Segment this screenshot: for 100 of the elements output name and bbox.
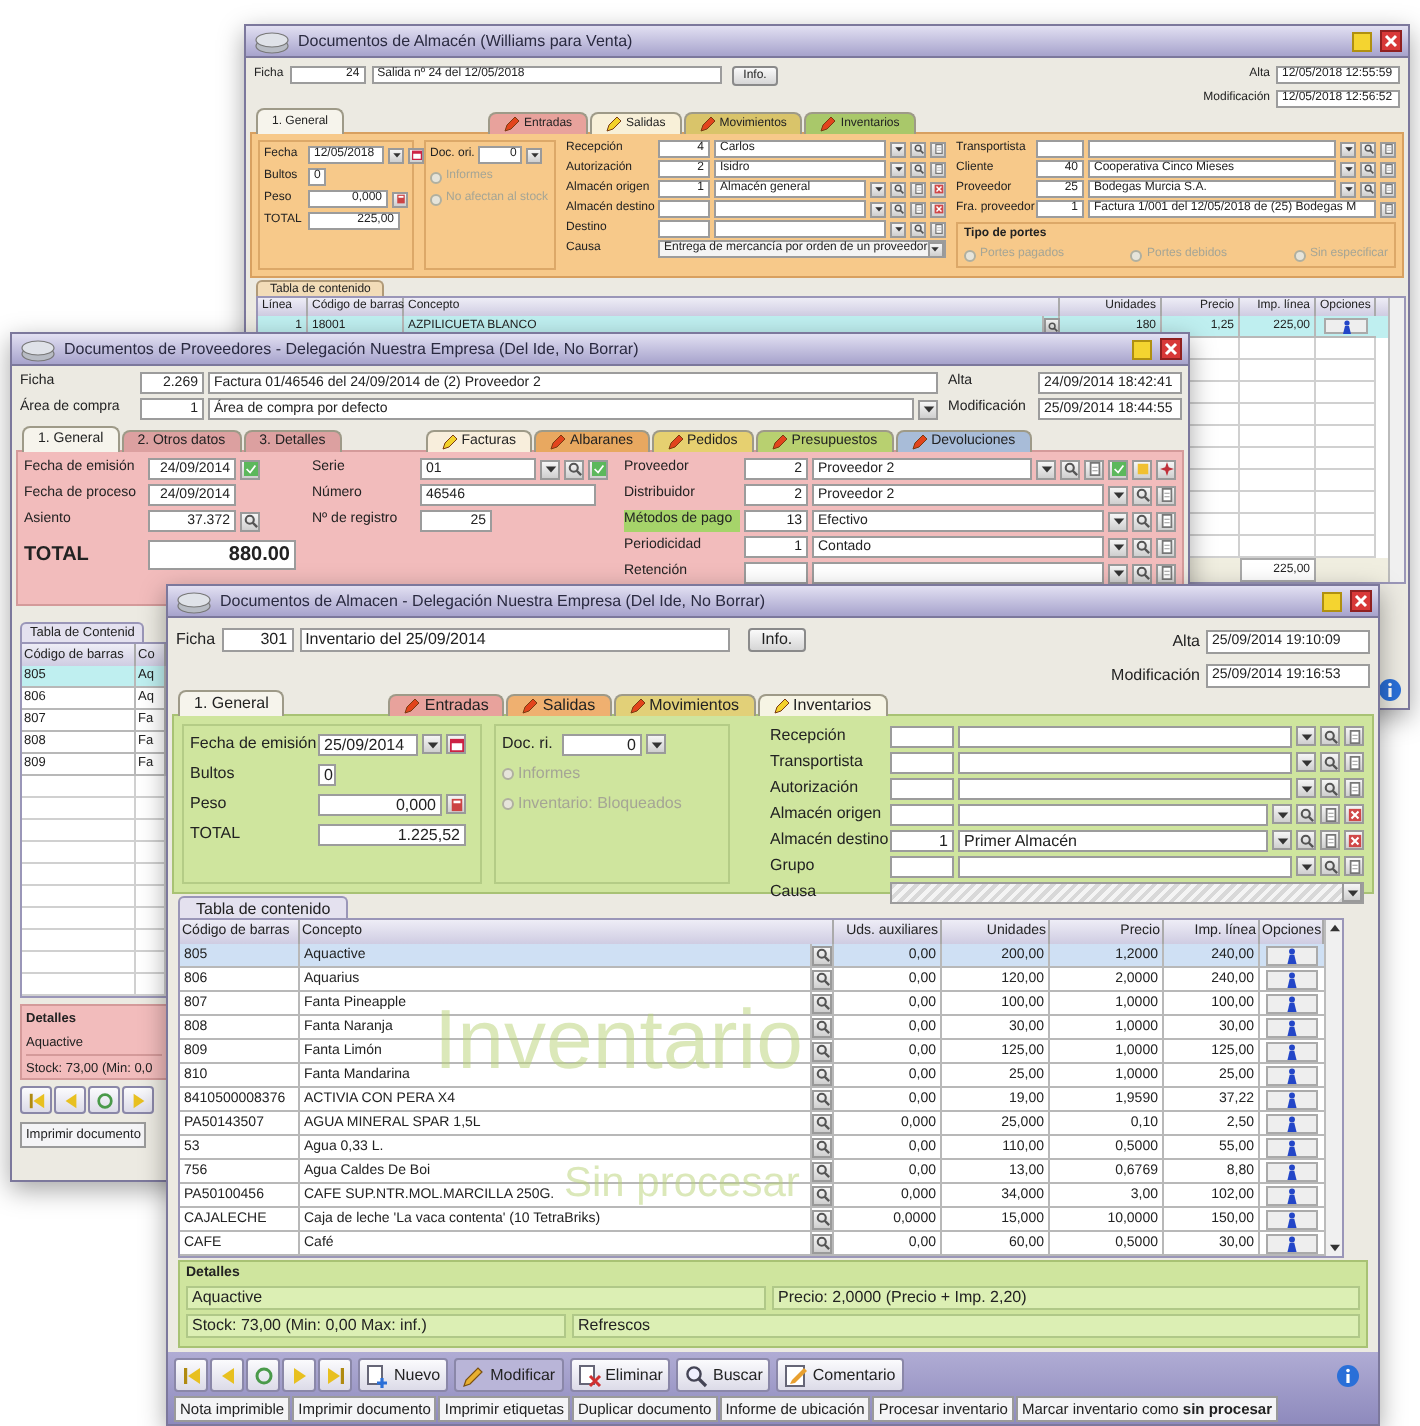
options-button[interactable] bbox=[1266, 1017, 1318, 1037]
search-button[interactable] bbox=[812, 1209, 832, 1229]
text-field[interactable] bbox=[958, 777, 1292, 799]
date-field[interactable]: 25/09/2014 bbox=[318, 733, 418, 755]
previous-record-button[interactable] bbox=[54, 1086, 86, 1114]
edit-button[interactable] bbox=[1156, 537, 1176, 557]
dropdown-button[interactable] bbox=[1296, 778, 1316, 798]
search-button[interactable] bbox=[812, 1113, 832, 1133]
dropdown-button[interactable] bbox=[1340, 161, 1356, 177]
first-record-button[interactable] bbox=[174, 1358, 208, 1392]
dropdown-button[interactable] bbox=[1108, 511, 1128, 531]
dropdown-button[interactable] bbox=[1108, 563, 1128, 583]
tab[interactable]: 1. General bbox=[178, 690, 285, 716]
search-button[interactable] bbox=[812, 1233, 832, 1253]
options-button[interactable] bbox=[1266, 1185, 1318, 1205]
edit-button[interactable] bbox=[1344, 778, 1364, 798]
delete-button[interactable] bbox=[930, 181, 946, 197]
delete-button[interactable] bbox=[930, 201, 946, 217]
text-field[interactable]: 301 bbox=[221, 628, 294, 652]
edit-button[interactable] bbox=[1380, 161, 1396, 177]
text-field[interactable] bbox=[958, 725, 1292, 747]
dropdown-button[interactable] bbox=[646, 734, 666, 754]
code-field[interactable] bbox=[890, 751, 954, 773]
delete-button[interactable] bbox=[1344, 804, 1364, 824]
options-button[interactable] bbox=[1266, 1065, 1318, 1085]
search-button[interactable] bbox=[812, 1041, 832, 1061]
accept-button[interactable] bbox=[240, 459, 260, 479]
toolbar-button[interactable]: Eliminar bbox=[569, 1358, 671, 1392]
dropdown-button[interactable] bbox=[1272, 830, 1292, 850]
text-field[interactable]: 0 bbox=[562, 733, 642, 755]
options-button[interactable] bbox=[1266, 1161, 1318, 1181]
previous-record-button[interactable] bbox=[210, 1358, 244, 1392]
tab[interactable]: Tabla de contenido bbox=[178, 896, 349, 918]
text-field[interactable]: 0,000 bbox=[318, 793, 442, 815]
dropdown-button[interactable] bbox=[1296, 752, 1316, 772]
dropdown-button[interactable] bbox=[1108, 537, 1128, 557]
options-button[interactable] bbox=[1266, 1209, 1318, 1229]
text-field[interactable] bbox=[714, 220, 886, 238]
code-field[interactable] bbox=[658, 200, 710, 218]
search-button[interactable] bbox=[1132, 511, 1152, 531]
dropdown-button[interactable] bbox=[890, 221, 906, 237]
search-button[interactable] bbox=[1132, 485, 1152, 505]
toolbar-button[interactable]: Comentario bbox=[776, 1358, 904, 1392]
code-field[interactable] bbox=[1036, 140, 1084, 158]
dropdown-button[interactable] bbox=[890, 161, 906, 177]
search-button[interactable] bbox=[1360, 161, 1376, 177]
text-field[interactable]: 0 bbox=[318, 763, 336, 785]
search-button[interactable] bbox=[890, 181, 906, 197]
dropdown-button[interactable] bbox=[890, 141, 906, 157]
search-button[interactable] bbox=[812, 969, 832, 989]
options-button[interactable] bbox=[1266, 1041, 1318, 1061]
text-field[interactable] bbox=[1088, 140, 1336, 158]
edit-button[interactable] bbox=[1156, 485, 1176, 505]
text-field[interactable]: Primer Almacén bbox=[958, 829, 1268, 851]
search-button[interactable] bbox=[812, 945, 832, 965]
search-button[interactable] bbox=[812, 1017, 832, 1037]
search-button[interactable] bbox=[1132, 537, 1152, 557]
edit-button[interactable] bbox=[1380, 201, 1396, 217]
options-button[interactable] bbox=[1266, 969, 1318, 989]
dropdown-button[interactable] bbox=[1296, 856, 1316, 876]
text-field[interactable]: Inventario del 25/09/2014 bbox=[299, 628, 730, 652]
code-field[interactable] bbox=[890, 803, 954, 825]
edit-button[interactable] bbox=[930, 161, 946, 177]
search-button[interactable] bbox=[1060, 459, 1080, 479]
search-button[interactable] bbox=[890, 201, 906, 217]
last-record-button[interactable] bbox=[318, 1358, 352, 1392]
tab[interactable]: Entradas bbox=[388, 694, 505, 716]
edit-button[interactable] bbox=[1380, 181, 1396, 197]
options-button[interactable] bbox=[1266, 945, 1318, 965]
toolbar-button[interactable]: Buscar bbox=[676, 1358, 771, 1392]
dropdown-button[interactable] bbox=[1272, 804, 1292, 824]
dropdown-button[interactable] bbox=[1342, 882, 1362, 902]
code-field[interactable] bbox=[744, 562, 808, 584]
text-field[interactable] bbox=[958, 855, 1292, 877]
code-field[interactable]: 1 bbox=[890, 829, 954, 851]
code-field[interactable] bbox=[658, 220, 710, 238]
edit-button[interactable] bbox=[1320, 804, 1340, 824]
close-button[interactable] bbox=[1160, 338, 1182, 360]
options-button[interactable] bbox=[1324, 318, 1368, 334]
dropdown-button[interactable] bbox=[870, 181, 886, 197]
refresh-button[interactable] bbox=[246, 1358, 280, 1392]
search-button[interactable] bbox=[910, 221, 926, 237]
edit-button[interactable] bbox=[1344, 726, 1364, 746]
options-button[interactable] bbox=[1266, 1137, 1318, 1157]
dropdown-button[interactable] bbox=[1036, 459, 1056, 479]
next-record-button[interactable] bbox=[282, 1358, 316, 1392]
options-button[interactable] bbox=[1266, 1233, 1318, 1253]
edit-button[interactable] bbox=[1320, 830, 1340, 850]
calculator-button[interactable] bbox=[446, 794, 466, 814]
marker-button[interactable] bbox=[1156, 459, 1176, 479]
dropdown-button[interactable] bbox=[540, 459, 560, 479]
info-button[interactable]: Info. bbox=[747, 628, 807, 652]
calendar-button[interactable] bbox=[446, 734, 466, 754]
search-button[interactable] bbox=[1360, 181, 1376, 197]
search-button[interactable] bbox=[1320, 752, 1340, 772]
toolbar-button[interactable]: Modificar bbox=[454, 1358, 564, 1392]
search-button[interactable] bbox=[1360, 141, 1376, 157]
search-button[interactable] bbox=[1132, 563, 1152, 583]
delete-button[interactable] bbox=[1344, 830, 1364, 850]
close-button[interactable] bbox=[1350, 590, 1372, 612]
